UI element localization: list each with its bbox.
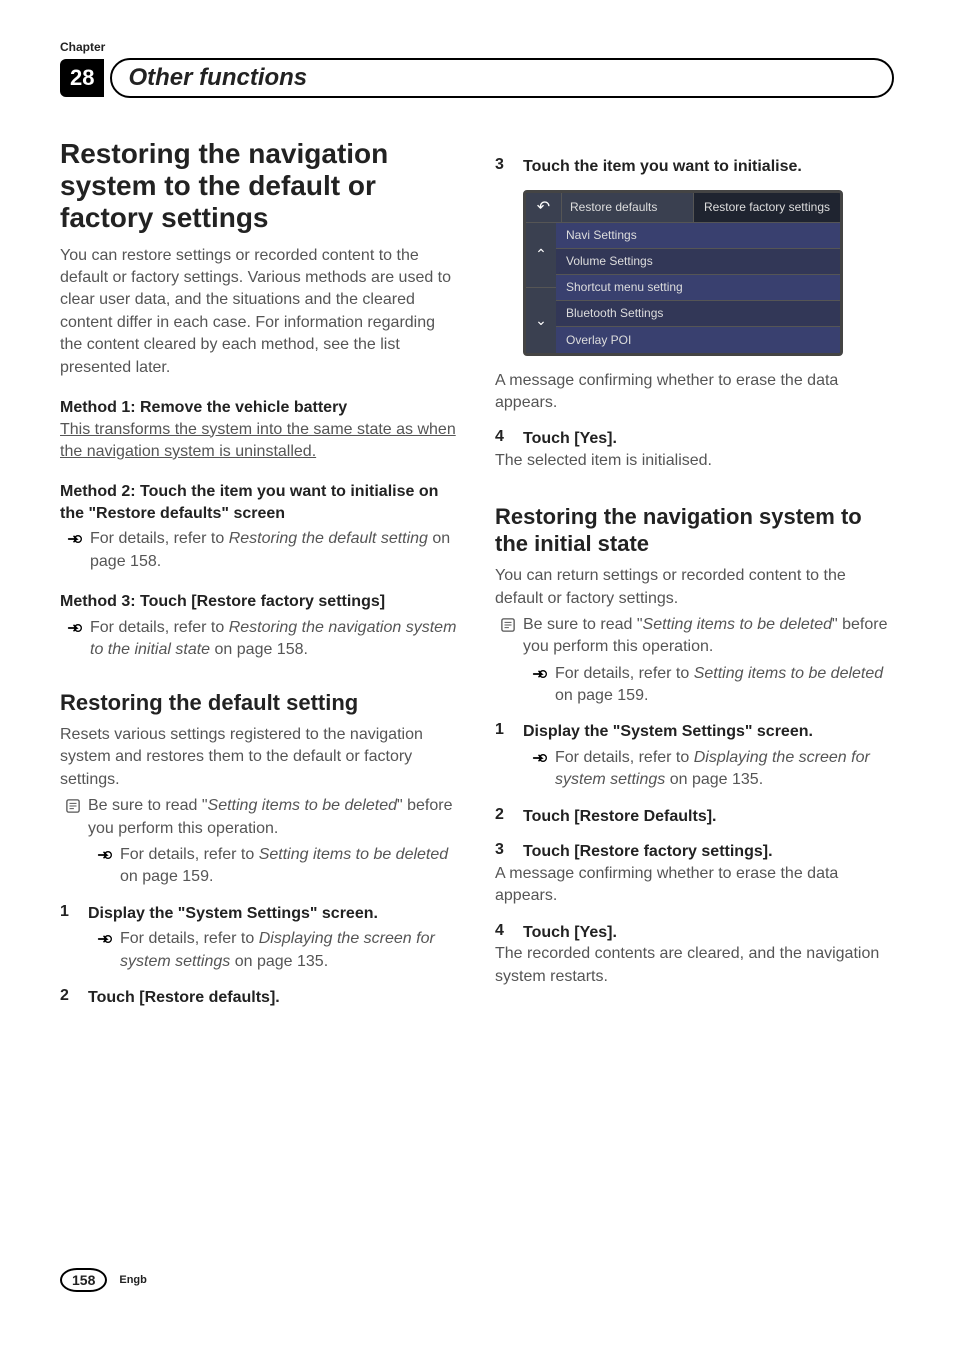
step3-body-right: A message confirming whether to erase th…: [495, 863, 894, 908]
section-heading-restore-defaults: Restoring the navigation system to the d…: [60, 138, 459, 235]
step-text: Touch the item you want to initialise.: [523, 156, 894, 178]
subsection-heading-default-setting: Restoring the default setting: [60, 690, 459, 716]
note-row-right: Be sure to read "Setting items to be del…: [495, 614, 894, 659]
page-number: 158: [60, 1268, 107, 1292]
step-number: 4: [495, 428, 509, 446]
list-item[interactable]: Overlay POI: [556, 327, 840, 353]
arrow-right-icon: [96, 928, 112, 952]
step-2: 2 Touch [Restore defaults].: [60, 987, 459, 1009]
page-footer: 158 Engb: [60, 1268, 147, 1292]
screenshot-title: Restore defaults: [562, 193, 693, 222]
method1-title: Method 1: Remove the vehicle battery: [60, 397, 459, 419]
note-ref-text: For details, refer to Setting items to b…: [120, 844, 459, 889]
note-ref-right: For details, refer to Setting items to b…: [495, 663, 894, 708]
back-icon[interactable]: ↶: [526, 193, 562, 222]
step-number: 2: [495, 806, 509, 824]
step-4-right: 4 Touch [Yes].: [495, 922, 894, 944]
step-3-right: 3 Touch [Restore factory settings].: [495, 841, 894, 863]
step-3: 3 Touch the item you want to initialise.: [495, 156, 894, 178]
left-column: Restoring the navigation system to the d…: [60, 138, 459, 1009]
step-text: Touch [Yes].: [523, 428, 894, 450]
arrow-right-icon: [531, 747, 547, 771]
arrow-right-icon: [66, 528, 82, 552]
step1-ref-text: For details, refer to Displaying the scr…: [120, 928, 459, 973]
note-ref: For details, refer to Setting items to b…: [60, 844, 459, 889]
step-number: 3: [495, 156, 509, 174]
method1-body: This transforms the system into the same…: [60, 419, 459, 464]
right-column: 3 Touch the item you want to initialise.…: [495, 138, 894, 1009]
method2-ref: For details, refer to Restoring the defa…: [60, 528, 459, 573]
chapter-header: 28 Other functions: [60, 58, 894, 98]
intro-paragraph: You can restore settings or recorded con…: [60, 245, 459, 379]
step-text: Touch [Restore factory settings].: [523, 841, 894, 863]
method2-title: Method 2: Touch the item you want to ini…: [60, 481, 459, 524]
step1-ref-text-right: For details, refer to Displaying the scr…: [555, 747, 894, 792]
step-text: Touch [Restore defaults].: [88, 987, 459, 1009]
method3-ref: For details, refer to Restoring the navi…: [60, 617, 459, 662]
chapter-number-badge: 28: [60, 59, 104, 97]
step-number: 2: [60, 987, 74, 1005]
default-setting-intro: Resets various settings registered to th…: [60, 724, 459, 791]
method3-title: Method 3: Touch [Restore factory setting…: [60, 591, 459, 613]
list-item[interactable]: Navi Settings: [556, 223, 840, 249]
note-icon: [501, 614, 515, 637]
language-code: Engb: [119, 1274, 147, 1286]
chapter-title-pill: Other functions: [110, 58, 894, 98]
note-text: Be sure to read "Setting items to be del…: [88, 795, 459, 840]
step-4: 4 Touch [Yes].: [495, 428, 894, 450]
step-text: Display the "System Settings" screen.: [523, 721, 894, 743]
note-ref-text-right: For details, refer to Setting items to b…: [555, 663, 894, 708]
screenshot-list: Navi Settings Volume Settings Shortcut m…: [556, 223, 840, 353]
scroll-down-icon[interactable]: ⌄: [526, 288, 556, 353]
screenshot-scroll-nav: ⌃ ⌄: [526, 223, 556, 353]
step-text: Touch [Yes].: [523, 922, 894, 944]
note-text-right: Be sure to read "Setting items to be del…: [523, 614, 894, 659]
step-number: 4: [495, 922, 509, 940]
list-item[interactable]: Shortcut menu setting: [556, 275, 840, 301]
step1-ref-right: For details, refer to Displaying the scr…: [495, 747, 894, 792]
step1-ref: For details, refer to Displaying the scr…: [60, 928, 459, 973]
arrow-right-icon: [66, 617, 82, 641]
arrow-right-icon: [531, 663, 547, 687]
step-1: 1 Display the "System Settings" screen.: [60, 903, 459, 925]
step-text: Display the "System Settings" screen.: [88, 903, 459, 925]
screenshot-header: ↶ Restore defaults Restore factory setti…: [526, 193, 840, 223]
chapter-label: Chapter: [60, 40, 894, 54]
after-screenshot-text: A message confirming whether to erase th…: [495, 370, 894, 415]
note-icon: [66, 795, 80, 818]
list-item[interactable]: Bluetooth Settings: [556, 301, 840, 327]
scroll-up-icon[interactable]: ⌃: [526, 223, 556, 289]
arrow-right-icon: [96, 844, 112, 868]
note-row: Be sure to read "Setting items to be del…: [60, 795, 459, 840]
step-2-right: 2 Touch [Restore Defaults].: [495, 806, 894, 828]
initial-state-intro: You can return settings or recorded cont…: [495, 565, 894, 610]
list-item[interactable]: Volume Settings: [556, 249, 840, 275]
step4-body: The selected item is initialised.: [495, 450, 894, 472]
subsection-heading-initial-state: Restoring the navigation system to the i…: [495, 504, 894, 557]
step-number: 1: [495, 721, 509, 739]
step-text: Touch [Restore Defaults].: [523, 806, 894, 828]
step-1-right: 1 Display the "System Settings" screen.: [495, 721, 894, 743]
chapter-title: Other functions: [128, 64, 307, 92]
step4-body-right: The recorded contents are cleared, and t…: [495, 943, 894, 988]
ui-screenshot-restore-defaults: ↶ Restore defaults Restore factory setti…: [523, 190, 843, 356]
method2-ref-text: For details, refer to Restoring the defa…: [90, 528, 459, 573]
method3-ref-text: For details, refer to Restoring the navi…: [90, 617, 459, 662]
restore-factory-settings-button[interactable]: Restore factory settings: [693, 193, 840, 222]
step-number: 1: [60, 903, 74, 921]
step-number: 3: [495, 841, 509, 859]
